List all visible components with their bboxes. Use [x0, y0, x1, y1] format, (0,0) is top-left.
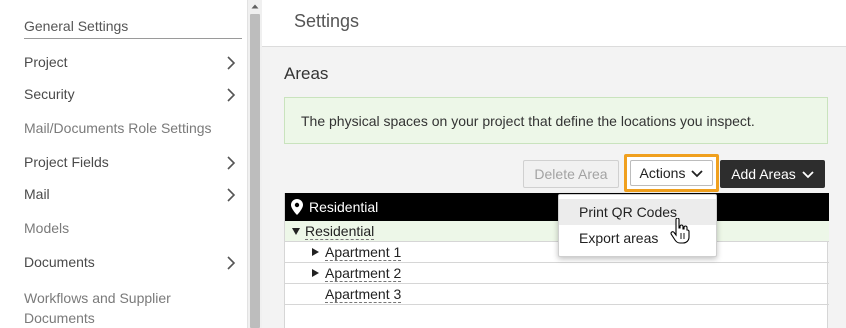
- scroll-up-arrow-icon[interactable]: [248, 0, 262, 14]
- section-title: Areas: [284, 64, 329, 83]
- sidebar-scrollbar[interactable]: [247, 0, 262, 328]
- actions-dropdown-menu: Print QR Codes Export areas: [558, 194, 717, 257]
- delete-area-button[interactable]: Delete Area: [523, 160, 619, 188]
- sidebar-item-project[interactable]: Project: [24, 54, 240, 70]
- sidebar-item-label: Security: [24, 86, 75, 102]
- info-banner: The physical spaces on your project that…: [284, 97, 828, 144]
- top-bar: Settings: [262, 0, 846, 47]
- page-title: Settings: [294, 11, 360, 31]
- sidebar-item-label: Project Fields: [24, 154, 109, 170]
- collapse-triangle-icon[interactable]: [312, 269, 319, 277]
- add-areas-button-label: Add Areas: [731, 166, 796, 182]
- expand-triangle-icon[interactable]: [292, 228, 300, 235]
- sidebar-item-label: Project: [24, 54, 68, 70]
- table-row[interactable]: Apartment 1: [285, 242, 829, 263]
- table-row[interactable]: Residential: [285, 221, 829, 242]
- collapse-triangle-icon[interactable]: [312, 248, 319, 256]
- menu-item-print-qr-codes[interactable]: Print QR Codes: [559, 199, 716, 225]
- sidebar-item-models[interactable]: Models: [24, 220, 240, 236]
- chevron-down-icon: [802, 166, 814, 182]
- sidebar-item-project-fields[interactable]: Project Fields: [24, 154, 240, 170]
- actions-button-highlight: Actions: [624, 154, 719, 192]
- sidebar-item-mail[interactable]: Mail: [24, 186, 240, 202]
- sidebar-item-mail-documents-role-settings[interactable]: Mail/Documents Role Settings: [24, 120, 240, 136]
- menu-item-export-areas[interactable]: Export areas: [559, 225, 716, 251]
- sidebar-item-label: Mail/Documents Role Settings: [24, 120, 212, 136]
- sidebar-item-documents[interactable]: Documents: [24, 254, 240, 270]
- table-row[interactable]: Apartment 2: [285, 263, 829, 284]
- row-label[interactable]: Residential: [305, 223, 375, 240]
- chevron-right-icon: [224, 154, 238, 172]
- table-header: Residential: [285, 193, 829, 221]
- chevron-right-icon: [224, 54, 238, 72]
- sidebar-item-label: Documents: [24, 310, 95, 326]
- sidebar-header: General Settings: [24, 18, 129, 34]
- actions-button[interactable]: Actions: [630, 160, 713, 186]
- main-content: Settings Areas The physical spaces on yo…: [262, 0, 846, 328]
- row-label[interactable]: Apartment 2: [325, 265, 402, 282]
- info-text: The physical spaces on your project that…: [301, 113, 755, 129]
- actions-button-label: Actions: [639, 165, 686, 181]
- sidebar-item-workflows-and-supplier-documents[interactable]: Workflows and Supplier Documents: [24, 288, 240, 328]
- sidebar-header-divider: [24, 38, 242, 39]
- location-pin-icon: [291, 199, 303, 218]
- sidebar-item-label: Models: [24, 220, 70, 236]
- sidebar-item-security[interactable]: Security: [24, 86, 240, 102]
- row-label[interactable]: Apartment 3: [325, 286, 402, 303]
- sidebar-item-label: Documents: [24, 254, 95, 270]
- sidebar-item-label: Mail: [24, 186, 50, 202]
- chevron-right-icon: [224, 86, 238, 104]
- sidebar-item-label: Workflows and Supplier: [24, 290, 171, 306]
- table-row[interactable]: Apartment 3: [285, 284, 829, 305]
- chevron-down-icon: [691, 165, 704, 181]
- chevron-right-icon: [224, 254, 238, 272]
- add-areas-button[interactable]: Add Areas: [720, 160, 825, 188]
- hand-pointer-icon: [670, 217, 690, 249]
- chevron-right-icon: [224, 186, 238, 204]
- table-header-label: Residential: [309, 199, 379, 215]
- row-label[interactable]: Apartment 1: [325, 244, 402, 261]
- scrollbar-thumb[interactable]: [250, 14, 260, 328]
- settings-sidebar: General Settings Project Security Mail/D…: [0, 0, 247, 328]
- areas-table: Residential Residential Apartment 1 Apar…: [284, 193, 829, 328]
